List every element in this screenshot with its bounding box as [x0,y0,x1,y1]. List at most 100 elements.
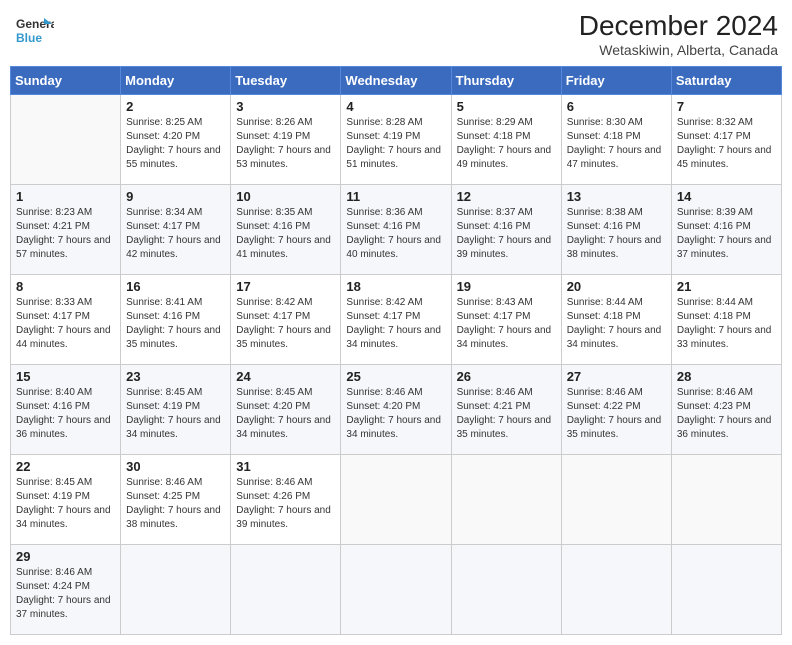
title-block: December 2024 Wetaskiwin, Alberta, Canad… [579,10,778,58]
calendar-cell: 17 Sunrise: 8:42 AMSunset: 4:17 PMDayligh… [231,275,341,365]
day-number: 14 [677,189,776,204]
calendar-cell: 26 Sunrise: 8:46 AMSunset: 4:21 PMDayligh… [451,365,561,455]
calendar-cell: 30 Sunrise: 8:46 AMSunset: 4:25 PMDayligh… [121,455,231,545]
day-info: Sunrise: 8:25 AMSunset: 4:20 PMDaylight:… [126,116,225,172]
day-info: Sunrise: 8:45 AMSunset: 4:19 PMDaylight:… [126,386,225,442]
page-header: General Blue December 2024 Wetaskiwin, A… [10,10,782,58]
calendar-cell: 27Sunrise: 8:46 AMSunset: 4:22 PMDayligh… [561,365,671,455]
day-info: Sunrise: 8:30 AMSunset: 4:18 PMDaylight:… [567,116,666,172]
day-info: Sunrise: 8:40 AMSunset: 4:16 PMDaylight:… [16,386,115,442]
day-info: Sunrise: 8:46 AMSunset: 4:25 PMDaylight:… [126,476,225,532]
day-number: 22 [16,459,115,474]
day-number: 25 [346,369,445,384]
day-number: 9 [126,189,225,204]
day-number: 27 [567,369,666,384]
calendar-cell [341,545,451,635]
calendar-cell: 21 Sunrise: 8:44 AMSunset: 4:18 PMDayligh… [671,275,781,365]
day-info: Sunrise: 8:42 AMSunset: 4:17 PMDaylight:… [236,296,335,352]
calendar-cell: 3 Sunrise: 8:26 AMSunset: 4:19 PMDaylight… [231,95,341,185]
day-number: 24 [236,369,335,384]
day-info: Sunrise: 8:46 AMSunset: 4:21 PMDaylight:… [457,386,556,442]
day-number: 4 [346,99,445,114]
day-info: Sunrise: 8:46 AMSunset: 4:23 PMDaylight:… [677,386,776,442]
day-number: 8 [16,279,115,294]
header-friday: Friday [561,67,671,95]
day-number: 15 [16,369,115,384]
calendar-cell [451,455,561,545]
day-number: 23 [126,369,225,384]
calendar-cell: 2 Sunrise: 8:25 AMSunset: 4:20 PMDaylight… [121,95,231,185]
calendar-cell: 31 Sunrise: 8:46 AMSunset: 4:26 PMDayligh… [231,455,341,545]
day-info: Sunrise: 8:46 AMSunset: 4:20 PMDaylight:… [346,386,445,442]
day-number: 6 [567,99,666,114]
calendar-cell: 11Sunrise: 8:36 AMSunset: 4:16 PMDayligh… [341,185,451,275]
calendar-cell: 16Sunrise: 8:41 AMSunset: 4:16 PMDayligh… [121,275,231,365]
day-number: 10 [236,189,335,204]
days-header-row: Sunday Monday Tuesday Wednesday Thursday… [11,67,782,95]
header-tuesday: Tuesday [231,67,341,95]
calendar-cell: 6 Sunrise: 8:30 AMSunset: 4:18 PMDaylight… [561,95,671,185]
calendar-cell: 23 Sunrise: 8:45 AMSunset: 4:19 PMDayligh… [121,365,231,455]
calendar-row: 15 Sunrise: 8:40 AMSunset: 4:16 PMDayligh… [11,365,782,455]
calendar-cell: 22 Sunrise: 8:45 AMSunset: 4:19 PMDayligh… [11,455,121,545]
calendar-cell [121,545,231,635]
day-number: 21 [677,279,776,294]
day-number: 13 [567,189,666,204]
header-thursday: Thursday [451,67,561,95]
day-info: Sunrise: 8:44 AMSunset: 4:18 PMDaylight:… [567,296,666,352]
day-info: Sunrise: 8:35 AMSunset: 4:16 PMDaylight:… [236,206,335,262]
day-info: Sunrise: 8:46 AMSunset: 4:26 PMDaylight:… [236,476,335,532]
calendar-cell [11,95,121,185]
calendar-cell [561,455,671,545]
day-number: 1 [16,189,115,204]
calendar-cell: 25 Sunrise: 8:46 AMSunset: 4:20 PMDayligh… [341,365,451,455]
header-saturday: Saturday [671,67,781,95]
day-number: 28 [677,369,776,384]
day-number: 12 [457,189,556,204]
day-number: 19 [457,279,556,294]
day-info: Sunrise: 8:33 AMSunset: 4:17 PMDaylight:… [16,296,115,352]
calendar-row: 8 Sunrise: 8:33 AMSunset: 4:17 PMDaylight… [11,275,782,365]
day-info: Sunrise: 8:43 AMSunset: 4:17 PMDaylight:… [457,296,556,352]
day-info: Sunrise: 8:28 AMSunset: 4:19 PMDaylight:… [346,116,445,172]
day-info: Sunrise: 8:46 AMSunset: 4:24 PMDaylight:… [16,566,115,622]
calendar-cell [671,455,781,545]
day-info: Sunrise: 8:44 AMSunset: 4:18 PMDaylight:… [677,296,776,352]
logo: General Blue [14,10,54,55]
day-number: 16 [126,279,225,294]
day-info: Sunrise: 8:45 AMSunset: 4:19 PMDaylight:… [16,476,115,532]
calendar-row: 2 Sunrise: 8:25 AMSunset: 4:20 PMDaylight… [11,95,782,185]
calendar-table: Sunday Monday Tuesday Wednesday Thursday… [10,66,782,635]
calendar-cell: 8 Sunrise: 8:33 AMSunset: 4:17 PMDaylight… [11,275,121,365]
location-subtitle: Wetaskiwin, Alberta, Canada [579,42,778,58]
calendar-cell: 13Sunrise: 8:38 AMSunset: 4:16 PMDayligh… [561,185,671,275]
day-info: Sunrise: 8:37 AMSunset: 4:16 PMDaylight:… [457,206,556,262]
day-info: Sunrise: 8:36 AMSunset: 4:16 PMDaylight:… [346,206,445,262]
calendar-row: 22 Sunrise: 8:45 AMSunset: 4:19 PMDayligh… [11,455,782,545]
day-info: Sunrise: 8:42 AMSunset: 4:17 PMDaylight:… [346,296,445,352]
day-number: 2 [126,99,225,114]
day-info: Sunrise: 8:45 AMSunset: 4:20 PMDaylight:… [236,386,335,442]
calendar-cell [231,545,341,635]
logo-graphic: General Blue [14,10,54,55]
calendar-cell: 4 Sunrise: 8:28 AMSunset: 4:19 PMDaylight… [341,95,451,185]
day-number: 3 [236,99,335,114]
calendar-cell: 20Sunrise: 8:44 AMSunset: 4:18 PMDayligh… [561,275,671,365]
calendar-cell [451,545,561,635]
calendar-cell: 12 Sunrise: 8:37 AMSunset: 4:16 PMDayligh… [451,185,561,275]
day-number: 26 [457,369,556,384]
day-info: Sunrise: 8:26 AMSunset: 4:19 PMDaylight:… [236,116,335,172]
calendar-cell: 1Sunrise: 8:23 AMSunset: 4:21 PMDaylight… [11,185,121,275]
day-number: 17 [236,279,335,294]
day-number: 30 [126,459,225,474]
day-number: 7 [677,99,776,114]
day-info: Sunrise: 8:29 AMSunset: 4:18 PMDaylight:… [457,116,556,172]
calendar-cell: 7Sunrise: 8:32 AMSunset: 4:17 PMDaylight… [671,95,781,185]
day-info: Sunrise: 8:34 AMSunset: 4:17 PMDaylight:… [126,206,225,262]
day-number: 29 [16,549,115,564]
calendar-row: 29 Sunrise: 8:46 AMSunset: 4:24 PMDayligh… [11,545,782,635]
header-wednesday: Wednesday [341,67,451,95]
calendar-cell: 9 Sunrise: 8:34 AMSunset: 4:17 PMDaylight… [121,185,231,275]
calendar-cell: 29 Sunrise: 8:46 AMSunset: 4:24 PMDayligh… [11,545,121,635]
day-number: 31 [236,459,335,474]
